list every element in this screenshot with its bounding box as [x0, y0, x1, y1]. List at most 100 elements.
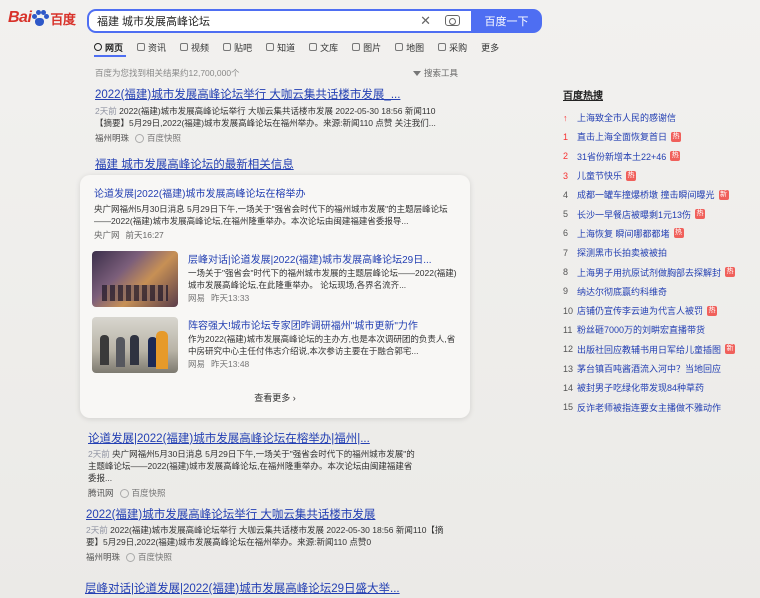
search-input[interactable] [97, 15, 397, 27]
hot-search-item[interactable]: 11 粉丝砸7000万的刘畊宏直播带货 [563, 320, 753, 339]
hot-search-rank: ↑ [563, 112, 568, 123]
hot-search-item[interactable]: 14 被封男子吃绿化带发现84种草药 [563, 378, 753, 397]
paw-icon [32, 10, 50, 26]
source-name[interactable]: 福州明珠 [86, 551, 120, 563]
result-time: 2天前 [95, 106, 117, 116]
hot-search-item[interactable]: 10 店铺仍宣传李云迪为代言人被罚热 [563, 301, 753, 320]
logo-text: Bai [8, 9, 32, 26]
search-button[interactable]: 百度一下 [471, 9, 542, 33]
news-card: 论道发展|2022(福建)城市发展高峰论坛在榕举办 央广网福州5月30日消息 5… [80, 175, 470, 418]
result-title[interactable]: 论道发展|2022(福建)城市发展高峰论坛在榕举办|福州|... [88, 430, 418, 446]
question-icon [266, 43, 275, 51]
tab-more[interactable]: 更多 [481, 39, 499, 55]
tab-label: 知道 [277, 42, 296, 53]
hot-search-title[interactable]: 百度热搜 [563, 87, 753, 102]
news-title[interactable]: 层峰对话|论道发展|2022(福建)城市发展高峰论坛29日... [188, 251, 463, 266]
hot-search-rank: 4 [563, 189, 569, 200]
hot-search-item[interactable]: 1 直击上海全面恢复首日热 [563, 127, 753, 146]
hot-search-list: ↑ 上海致全市人民的感谢信 1 直击上海全面恢复首日热 2 31省份新增本土22+46 热 3… [563, 108, 753, 417]
result-title[interactable]: 层峰对话|论道发展|2022(福建)城市发展高峰论坛29日盛大举... [85, 580, 445, 596]
snapshot-link[interactable]: 百度快照 [126, 551, 172, 563]
tab-label: 资讯 [148, 42, 167, 53]
news-snippet: 作为2022(福建)城市发展高峰论坛的主办方,也是本次调研团的负责人,省中房研究… [188, 334, 456, 356]
tab-news[interactable]: 资讯 [137, 39, 166, 55]
result-snippet: 2天前 2022(福建)城市发展高峰论坛举行 大咖云集共话楼市发展 2022-0… [95, 105, 440, 129]
tab-zhidao[interactable]: 知道 [266, 39, 295, 55]
hot-search-rank: 8 [563, 267, 569, 278]
see-more-button[interactable]: 查看更多 › [80, 391, 470, 404]
source-name[interactable]: 福州明珠 [95, 132, 129, 144]
hot-search-text: 长沙一早餐店被曝剩1元13伤 [577, 209, 692, 220]
hot-search-item[interactable]: 15 反诈老师被指连要女主播做不雅动作 [563, 397, 753, 416]
filter-icon [413, 70, 421, 76]
tab-images[interactable]: 图片 [352, 39, 381, 55]
hot-tag-badge: 新 [718, 189, 729, 200]
news-source: 网易 昨天13:33 [188, 292, 463, 304]
tab-video[interactable]: 视频 [180, 39, 209, 55]
hot-search-text: 纳达尔彻底赢约科维奇 [577, 286, 668, 297]
tab-wenku[interactable]: 文库 [309, 39, 338, 55]
news-thumbnail[interactable] [92, 251, 178, 307]
hot-search-item[interactable]: 8 上海男子用抗原试剂做胸部去探解封热 [563, 262, 753, 281]
search-result: 2022(福建)城市发展高峰论坛举行 大咖云集共话楼市发展 2天前 2022(福… [86, 506, 446, 563]
search-results-page: Bai 百度 ✕ 百度一下 网页 资讯 视频 贴吧 知道 文库 图片 地图 采购… [0, 0, 760, 598]
result-title[interactable]: 2022(福建)城市发展高峰论坛举行 大咖云集共话楼市发展_... [95, 86, 440, 102]
hot-search-item[interactable]: 2 31省份新增本土22+46 热 [563, 147, 753, 166]
search-box: ✕ [87, 9, 471, 33]
camera-icon[interactable] [445, 15, 460, 26]
search-tools-label: 搜索工具 [424, 68, 459, 78]
hot-tag-badge: 新 [725, 344, 736, 355]
hot-search-rank: 1 [563, 131, 569, 142]
snapshot-icon [119, 488, 129, 498]
hot-search-item[interactable]: ↑ 上海致全市人民的感谢信 [563, 108, 753, 127]
snapshot-icon [135, 133, 145, 143]
hot-tag-badge: 热 [725, 267, 736, 278]
news-title[interactable]: 论道发展|2022(福建)城市发展高峰论坛在榕举办 [94, 185, 459, 200]
snapshot-link[interactable]: 百度快照 [135, 132, 181, 144]
result-time: 2天前 [86, 525, 108, 535]
hot-search-rank: 2 [563, 151, 569, 162]
hot-search-rank: 11 [563, 324, 573, 335]
hot-search-item[interactable]: 7 探测黑市长拍卖被被拍 [563, 243, 753, 262]
hot-search-item[interactable]: 6 上海恢复 瞬间哪都都堵热 [563, 224, 753, 243]
news-thumbnail[interactable] [92, 317, 178, 373]
tab-label: 视频 [191, 42, 210, 53]
baidu-logo[interactable]: Bai 百度 [8, 6, 76, 30]
source-name: 网易 [188, 293, 206, 303]
hot-search-text: 反诈老师被指连要女主播做不雅动作 [577, 402, 722, 413]
snapshot-link[interactable]: 百度快照 [119, 487, 166, 499]
hot-search-item[interactable]: 9 纳达尔彻底赢约科维奇 [563, 282, 753, 301]
hot-search-text: 探测黑市长拍卖被被拍 [577, 248, 668, 259]
result-source: 腾讯网 百度快照 [88, 487, 418, 499]
news-title[interactable]: 阵容强大!城市论坛专家团昨调研福州"城市更新"力作 [188, 317, 463, 332]
hot-search-item[interactable]: 3 儿童节快乐热 [563, 166, 753, 185]
hot-search-item[interactable]: 5 长沙一早餐店被曝剩1元13伤热 [563, 204, 753, 223]
news-heading[interactable]: 福建 城市发展高峰论坛的最新相关信息 [95, 156, 294, 172]
search-tools-button[interactable]: 搜索工具 [413, 67, 458, 79]
news-snippet: 央广网福州5月30日消息 5月29日下午,一场关于"强省会时代下的福州城市发展"… [94, 204, 448, 226]
hot-search-item[interactable]: 12 出版社回应教辅书用日军给儿童插图新 [563, 340, 753, 359]
result-title[interactable]: 2022(福建)城市发展高峰论坛举行 大咖云集共话楼市发展 [86, 506, 446, 522]
tab-tieba[interactable]: 贴吧 [223, 39, 252, 55]
snapshot-label: 百度快照 [138, 552, 173, 562]
video-icon [180, 43, 189, 51]
news-item-body: 阵容强大!城市论坛专家团昨调研福州"城市更新"力作 作为2022(福建)城市发展… [188, 317, 463, 370]
tab-purchase[interactable]: 采购 [438, 39, 467, 55]
hot-tag-badge: 热 [707, 305, 718, 316]
result-snippet-text: 2022(福建)城市发展高峰论坛举行 大咖云集共话楼市发展 2022-05-30… [86, 525, 444, 547]
hot-search-item[interactable]: 4 成都一罐车撞爆桥墩 撞击瞬间曝光新 [563, 185, 753, 204]
hot-search-item[interactable]: 13 茅台镇百吨酱酒流入河中？当地回应 [563, 359, 753, 378]
hot-search-rank: 9 [563, 286, 569, 297]
hot-search-rank: 6 [563, 228, 569, 239]
map-icon [395, 43, 404, 51]
close-icon[interactable]: ✕ [420, 14, 431, 28]
source-name: 网易 [188, 359, 206, 369]
hot-search-text: 儿童节快乐 [577, 171, 623, 182]
result-count: 百度为您找到相关结果约12,700,000个 [95, 68, 240, 78]
document-icon [309, 43, 318, 51]
snapshot-icon [126, 552, 136, 562]
tab-web[interactable]: 网页 [94, 39, 123, 55]
tab-map[interactable]: 地图 [395, 39, 424, 55]
result-snippet: 2天前 央广网福州5月30日消息 5月29日下午,一场关于"强省会时代下的福州城… [88, 448, 418, 484]
source-name[interactable]: 腾讯网 [88, 487, 114, 499]
